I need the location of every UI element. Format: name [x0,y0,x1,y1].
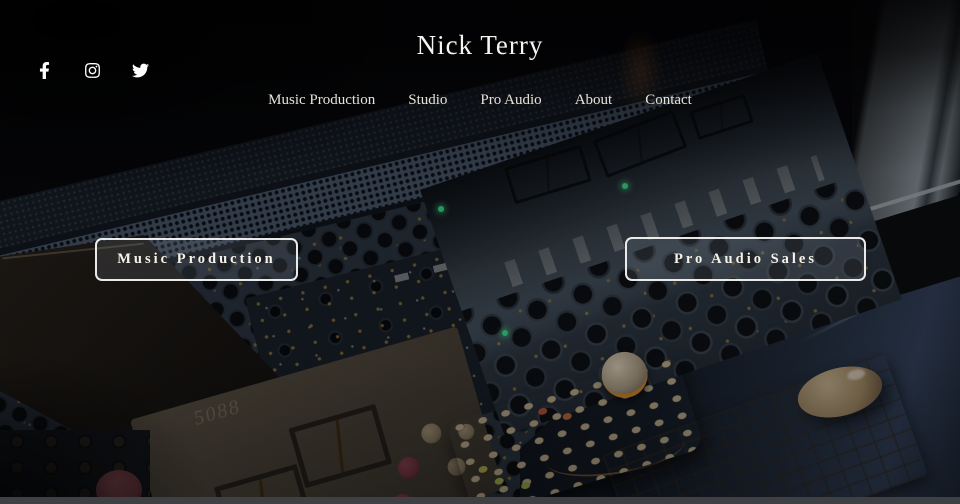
green-led [438,206,444,212]
nav-item-contact[interactable]: Contact [645,92,692,109]
social-links [36,62,149,79]
music-production-button[interactable]: Music Production [95,238,298,281]
nav-item-about[interactable]: About [575,92,613,109]
nav-item-pro-audio[interactable]: Pro Audio [480,92,541,109]
green-led [622,183,628,189]
nav-item-music-production[interactable]: Music Production [268,92,375,109]
console-model-label: 5088 [191,395,244,430]
page-title: Nick Terry [416,30,544,60]
green-led [502,330,508,336]
beige-knob [419,421,444,446]
hero-section: 5088 Nick Terry Music Production Studio … [0,0,960,504]
site-header: Nick Terry Music Production Studio Pro A… [0,0,960,108]
pro-audio-sales-button[interactable]: Pro Audio Sales [625,237,866,281]
amber-vu-meter [288,403,393,489]
nav-item-studio[interactable]: Studio [408,92,447,109]
facebook-icon[interactable] [36,62,53,79]
red-knob [395,454,423,482]
bottom-bar [0,497,960,504]
twitter-icon[interactable] [132,62,149,79]
instagram-icon[interactable] [84,62,101,79]
main-nav: Music Production Studio Pro Audio About … [0,92,960,109]
